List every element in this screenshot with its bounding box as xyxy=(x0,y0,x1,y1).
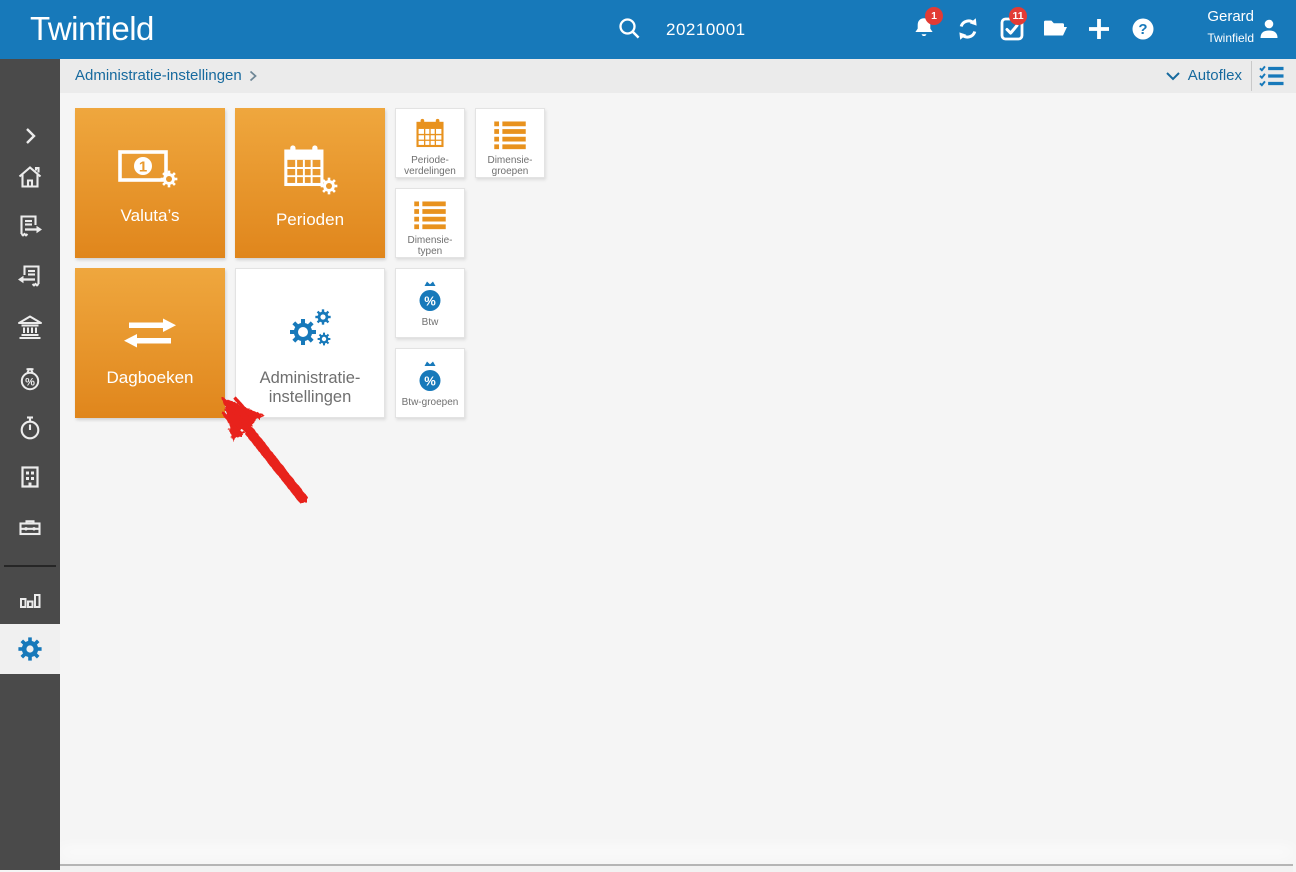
home-icon xyxy=(16,163,44,191)
list-icon xyxy=(492,121,528,150)
bottom-panel-edge xyxy=(60,864,1293,872)
sidebar-item-purchase-invoices[interactable] xyxy=(0,252,60,302)
tile-administratie-instellingen[interactable]: Administratie- instellingen xyxy=(235,268,385,418)
breadcrumb-bar: Administratie-instellingen Autoflex xyxy=(60,59,1296,93)
user-name[interactable]: Gerard xyxy=(1207,8,1254,25)
top-header-bar: Twinfield 20210001 1 11 ? Gerard Twinfie… xyxy=(0,0,1296,59)
document-arrow-right-icon xyxy=(16,213,44,241)
svg-text:?: ? xyxy=(1138,21,1147,38)
building-icon xyxy=(16,463,44,491)
svg-text:1: 1 xyxy=(139,159,147,176)
chevron-down-icon xyxy=(1166,72,1180,81)
tile-btw[interactable]: Btw xyxy=(395,268,465,338)
bar-chart-icon xyxy=(17,586,43,612)
bank-icon xyxy=(16,313,44,341)
tile-label: Valuta’s xyxy=(121,206,180,226)
tile-label: Perioden xyxy=(276,210,344,230)
money-bag-percent-icon xyxy=(415,278,445,312)
help-icon[interactable]: ? xyxy=(1129,15,1157,43)
tile-dagboeken[interactable]: Dagboeken xyxy=(75,268,225,418)
autoflex-selector[interactable]: Autoflex xyxy=(1166,59,1242,93)
folder-icon[interactable] xyxy=(1041,15,1069,43)
exchange-arrows-icon xyxy=(120,312,180,354)
breadcrumb[interactable]: Administratie-instellingen xyxy=(75,59,242,93)
tasks-badge: 11 xyxy=(1009,7,1027,25)
sidebar-item-home[interactable] xyxy=(0,152,60,202)
list-icon xyxy=(412,201,448,230)
calendar-icon xyxy=(413,118,447,150)
main-sidebar: % xyxy=(0,59,60,870)
autoflex-label: Autoflex xyxy=(1188,59,1242,93)
sidebar-item-company[interactable] xyxy=(0,452,60,502)
sidebar-item-sales-invoices[interactable] xyxy=(0,202,60,252)
tile-label: Periode- verdelingen xyxy=(404,155,456,177)
gears-icon xyxy=(281,305,339,355)
notifications-badge: 1 xyxy=(925,7,943,25)
percent-bag-icon: % xyxy=(16,363,44,391)
tile-label: Dimensie- groepen xyxy=(487,155,532,177)
tile-label: Btw xyxy=(422,317,439,328)
document-arrow-left-icon xyxy=(16,263,44,291)
add-icon[interactable] xyxy=(1085,15,1113,43)
sidebar-item-settings[interactable] xyxy=(0,624,60,674)
currency-gear-icon: 1 xyxy=(117,144,183,192)
view-list-icon[interactable] xyxy=(1259,65,1284,87)
user-avatar-icon[interactable] xyxy=(1256,16,1282,42)
sidebar-item-vat[interactable]: % xyxy=(0,352,60,402)
sidebar-item-toolbox[interactable] xyxy=(0,502,60,552)
stopwatch-icon xyxy=(16,413,44,441)
tile-btw-groepen[interactable]: Btw-groepen xyxy=(395,348,465,418)
refresh-icon[interactable] xyxy=(954,15,982,43)
tile-dimensie-typen[interactable]: Dimensie- typen xyxy=(395,188,465,258)
search-input[interactable]: 20210001 xyxy=(666,0,746,59)
gear-icon xyxy=(15,634,45,664)
sidebar-item-reports[interactable] xyxy=(0,574,60,624)
chevron-right-icon xyxy=(19,125,41,147)
twinfield-logo[interactable]: Twinfield xyxy=(30,0,154,59)
search-icon[interactable] xyxy=(617,16,643,42)
tile-perioden[interactable]: Perioden xyxy=(235,108,385,258)
svg-text:%: % xyxy=(25,377,35,389)
sidebar-divider xyxy=(4,565,56,567)
toolbox-icon xyxy=(16,513,44,541)
tile-label: Administratie- instellingen xyxy=(260,369,361,407)
sidebar-item-bank[interactable] xyxy=(0,302,60,352)
calendar-gear-icon xyxy=(279,144,341,196)
sidebar-item-time[interactable] xyxy=(0,402,60,452)
breadcrumb-chevron-icon xyxy=(248,70,258,82)
tile-valutas[interactable]: 1 Valuta’s xyxy=(75,108,225,258)
tile-label: Dagboeken xyxy=(107,368,194,388)
tile-label: Btw-groepen xyxy=(402,397,459,408)
twinfield-app: { "app": { "logo": "Twinfield" }, "heade… xyxy=(0,0,1296,870)
money-bag-percent-icon xyxy=(415,358,445,392)
user-organisation: Twinfield xyxy=(1207,31,1254,45)
tile-periode-verdelingen[interactable]: Periode- verdelingen xyxy=(395,108,465,178)
tile-dimensie-groepen[interactable]: Dimensie- groepen xyxy=(475,108,545,178)
tile-label: Dimensie- typen xyxy=(407,235,452,257)
breadcrumb-divider xyxy=(1251,61,1252,91)
